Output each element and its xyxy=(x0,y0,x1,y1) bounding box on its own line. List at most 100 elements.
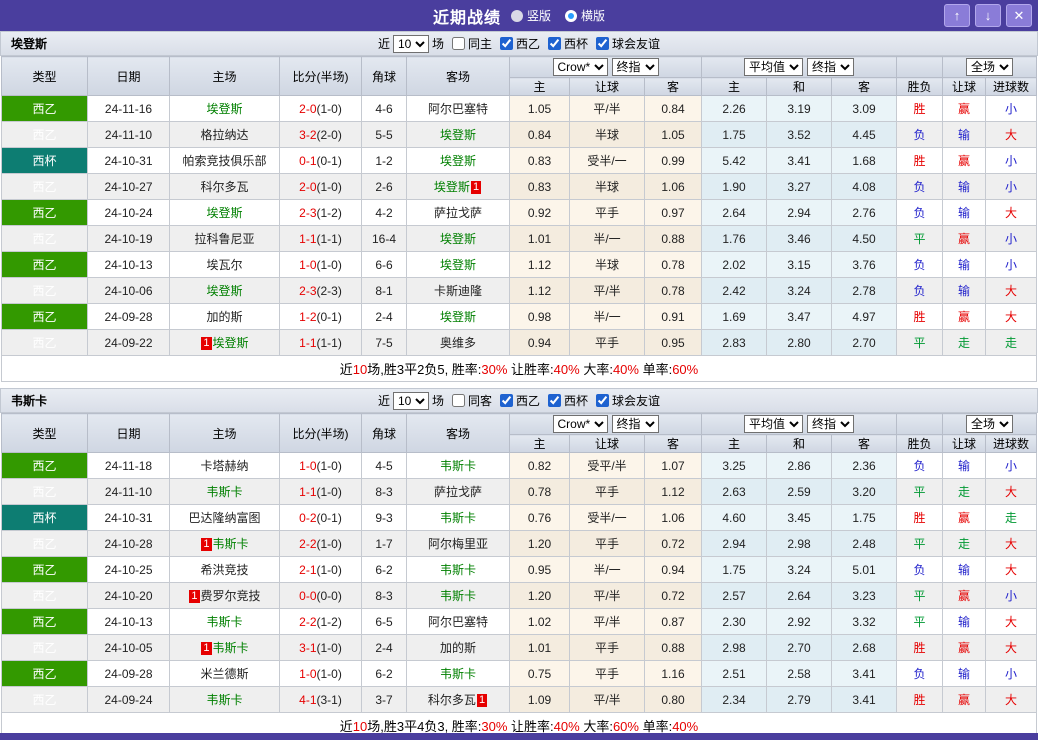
result-goals: 小 xyxy=(985,660,1038,687)
half-score: (1-0) xyxy=(316,640,342,655)
result-win-draw-lose: 平 xyxy=(896,329,944,356)
result-handicap: 输 xyxy=(942,556,987,583)
summary-segment: 30% xyxy=(481,719,508,734)
handicap-line: 半/一 xyxy=(569,556,645,583)
home-team-name: 拉科鲁尼亚 xyxy=(194,232,255,246)
league-badge: 西乙 xyxy=(1,329,88,356)
close-button[interactable]: ✕ xyxy=(1006,4,1032,27)
league-badge: 西乙 xyxy=(1,452,88,479)
average-select[interactable]: 平均值 xyxy=(744,415,803,433)
away-team-name: 韦斯卡 xyxy=(439,589,476,603)
home-team-name: 韦斯卡 xyxy=(212,537,249,551)
full-score: 2-2 xyxy=(299,536,317,551)
league-checkbox[interactable] xyxy=(596,394,610,407)
summary-segment: 60% xyxy=(612,719,639,734)
league-checkbox[interactable] xyxy=(596,37,610,50)
avg-draw-odds: 2.92 xyxy=(766,608,832,635)
avg-home-odds: 1.76 xyxy=(701,225,767,252)
handicap-away-odds: 0.72 xyxy=(644,582,702,609)
away-team-cell: 埃登斯 xyxy=(406,147,510,174)
avg-away-odds: 2.70 xyxy=(830,329,898,356)
col-header: 比分(半场) xyxy=(279,413,362,453)
avg-away-odds: 3.23 xyxy=(830,582,898,609)
radio-horizontal-icon[interactable] xyxy=(565,9,577,22)
home-team-name: 格拉纳达 xyxy=(200,128,249,142)
average-time-select[interactable]: 终指 xyxy=(807,58,854,76)
half-score: (1-1) xyxy=(316,335,342,350)
full-score: 4-1 xyxy=(299,692,317,707)
result-handicap: 输 xyxy=(942,121,987,148)
away-team-cell: 阿尔巴塞特 xyxy=(406,608,510,635)
handicap-away-odds: 0.97 xyxy=(644,199,702,226)
match-row: 西乙 24-09-28 加的斯 1-2(0-1) 2-4 埃登斯 0.98 半/一 0.91 1.… xyxy=(1,303,1038,330)
full-match-select[interactable]: 全场 xyxy=(966,415,1014,433)
avg-away-odds: 2.76 xyxy=(830,199,898,226)
result-sub-header: 进球数 xyxy=(985,434,1038,453)
near-label: 近 xyxy=(377,37,390,51)
move-down-button[interactable]: ↓ xyxy=(975,4,1001,27)
handicap-home-odds: 1.02 xyxy=(509,608,570,635)
avg-home-odds: 1.90 xyxy=(701,173,767,200)
close-icon: ✕ xyxy=(1013,7,1025,23)
full-match-select[interactable]: 全场 xyxy=(966,58,1014,76)
games-label: 场 xyxy=(431,37,444,51)
full-score: 0-2 xyxy=(299,510,317,525)
away-team-cell: 埃登斯 xyxy=(406,225,510,252)
match-date: 24-10-25 xyxy=(87,556,170,583)
avg-draw-odds: 2.59 xyxy=(766,478,832,505)
league-checkbox[interactable] xyxy=(500,394,513,407)
odds-time-select[interactable]: 终指 xyxy=(611,58,659,76)
odds-company-select[interactable]: Crow* xyxy=(552,58,608,76)
average-time-select[interactable]: 终指 xyxy=(807,415,854,433)
full-match-group-header: 全场 xyxy=(942,413,1038,435)
score-cell: 3-1(1-0) xyxy=(279,634,362,661)
league-checkbox[interactable] xyxy=(548,394,562,407)
summary-segment: 30% xyxy=(481,362,508,377)
result-goals: 小 xyxy=(985,582,1038,609)
odds-time-select[interactable]: 终指 xyxy=(611,415,659,433)
result-sub-header: 胜负 xyxy=(896,434,944,453)
match-date: 24-10-13 xyxy=(87,251,170,278)
same-venue-checkbox[interactable] xyxy=(451,37,465,50)
move-up-button[interactable]: ↑ xyxy=(944,4,970,27)
handicap-home-odds: 0.95 xyxy=(509,556,570,583)
league-checkbox[interactable] xyxy=(500,37,513,50)
same-venue-checkbox[interactable] xyxy=(451,394,465,407)
team-name: 埃登斯 xyxy=(11,37,48,51)
header-row-groups: 类型 日期 主场 比分(半场) 角球 客场 Crow* 终指 平均值 终指 全场 xyxy=(1,413,1038,453)
away-team-name: 埃登斯 xyxy=(439,232,476,246)
home-team-cell: 巴达隆纳富图 xyxy=(169,504,280,531)
away-team-cell: 埃登斯 xyxy=(406,303,510,330)
avg-home-odds: 2.02 xyxy=(701,251,767,278)
home-team-name: 希洪竞技 xyxy=(200,563,249,577)
result-handicap: 输 xyxy=(942,173,987,200)
avg-away-odds: 2.36 xyxy=(830,452,898,479)
summary-segment: 60% xyxy=(672,362,699,377)
match-date: 24-10-19 xyxy=(87,225,170,252)
radio-vertical-icon[interactable] xyxy=(510,9,523,22)
home-team-cell: 韦斯卡 xyxy=(169,686,280,713)
avg-draw-odds: 2.79 xyxy=(766,686,832,713)
odds-company-select[interactable]: Crow* xyxy=(552,415,608,433)
full-score: 2-3 xyxy=(299,205,317,220)
result-handicap: 输 xyxy=(942,452,987,479)
recent-count-select[interactable]: 10 xyxy=(392,391,429,410)
away-team-cell: 卡斯迪隆 xyxy=(406,277,510,304)
radio-vertical[interactable]: 竖版 xyxy=(510,7,551,24)
league-checkbox[interactable] xyxy=(548,37,562,50)
avg-draw-odds: 2.98 xyxy=(766,530,832,557)
home-team-name: 米兰德斯 xyxy=(200,667,249,681)
average-select[interactable]: 平均值 xyxy=(744,58,803,76)
avg-home-odds: 2.26 xyxy=(701,95,767,122)
score-cell: 0-0(0-0) xyxy=(279,582,362,609)
summary-segment: 40% xyxy=(553,362,580,377)
radio-horizontal[interactable]: 横版 xyxy=(565,7,605,24)
result-win-draw-lose: 负 xyxy=(896,277,944,304)
recent-count-select[interactable]: 10 xyxy=(392,34,429,53)
half-score: (2-0) xyxy=(316,127,342,142)
radio-vertical-label: 竖版 xyxy=(526,9,551,23)
handicap-line: 平手 xyxy=(569,329,645,356)
handicap-line: 半球 xyxy=(569,251,645,278)
handicap-line: 半球 xyxy=(569,121,645,148)
summary-segment: 10 xyxy=(352,362,368,377)
